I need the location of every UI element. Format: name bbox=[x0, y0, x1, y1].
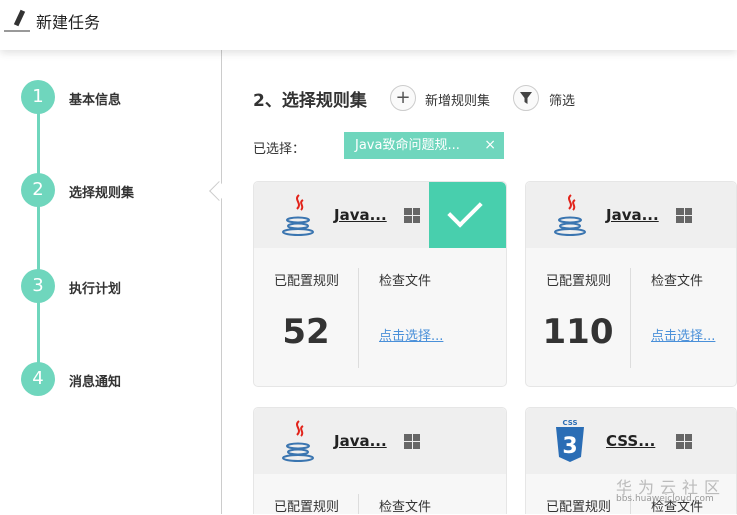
rules-label: 已配置规则 bbox=[274, 274, 340, 289]
selected-tag-text: Java致命问题规... bbox=[355, 138, 460, 153]
rules-label: 已配置规则 bbox=[546, 274, 612, 289]
rules-count: 52 bbox=[282, 312, 330, 352]
tag-close-icon[interactable]: × bbox=[484, 132, 496, 159]
select-files-link[interactable]: 点击选择... bbox=[379, 325, 443, 344]
java-icon bbox=[282, 194, 314, 236]
css3-icon: CSS 3 bbox=[556, 419, 584, 462]
step-2-circle[interactable]: 2 bbox=[21, 173, 55, 207]
add-ruleset-label[interactable]: 新增规则集 bbox=[425, 90, 490, 109]
filter-icon bbox=[520, 92, 532, 104]
step-1-circle[interactable]: 1 bbox=[21, 80, 55, 114]
step-1-label[interactable]: 基本信息 bbox=[69, 89, 121, 108]
select-files-link[interactable]: 点击选择... bbox=[651, 325, 715, 344]
ruleset-card[interactable]: Java... 已配置规则 检查文件 bbox=[253, 407, 507, 515]
checkmark-icon[interactable] bbox=[429, 182, 506, 248]
files-label: 检查文件 bbox=[651, 274, 704, 289]
windows-icon bbox=[404, 208, 420, 223]
section-title: 2、选择规则集 bbox=[253, 91, 367, 111]
header: 新建任务 bbox=[0, 0, 737, 50]
ruleset-name-link[interactable]: Java... bbox=[606, 206, 659, 224]
windows-icon bbox=[676, 208, 692, 223]
step-3-circle[interactable]: 3 bbox=[21, 269, 55, 303]
step-connector bbox=[37, 97, 40, 379]
ruleset-name-link[interactable]: Java... bbox=[334, 206, 387, 224]
java-icon bbox=[282, 420, 314, 462]
divider bbox=[358, 494, 359, 514]
rules-label: 已配置规则 bbox=[546, 500, 612, 515]
svg-text:CSS: CSS bbox=[562, 419, 577, 427]
ruleset-card[interactable]: Java... 已配置规则 检查文件 52 点击选择... bbox=[253, 181, 507, 387]
java-icon bbox=[554, 194, 586, 236]
ruleset-name-link[interactable]: CSS... bbox=[606, 432, 655, 450]
ruleset-card[interactable]: Java... 已配置规则 检查文件 110 点击选择... bbox=[525, 181, 737, 387]
pencil-icon bbox=[4, 10, 30, 32]
windows-icon bbox=[676, 434, 692, 449]
files-label: 检查文件 bbox=[379, 274, 432, 289]
ruleset-name-link[interactable]: Java... bbox=[334, 432, 387, 450]
selected-tag: Java致命问题规... × bbox=[344, 132, 504, 159]
step-2-label[interactable]: 选择规则集 bbox=[69, 182, 134, 201]
rules-count: 110 bbox=[542, 312, 614, 352]
filter-label[interactable]: 筛选 bbox=[549, 90, 575, 109]
step-4-circle[interactable]: 4 bbox=[21, 362, 55, 396]
divider bbox=[358, 268, 359, 368]
step-4-label[interactable]: 消息通知 bbox=[69, 371, 121, 390]
watermark-url: bbs.huaweicloud.com bbox=[616, 494, 714, 504]
rules-label: 已配置规则 bbox=[274, 500, 340, 515]
filter-button[interactable] bbox=[513, 85, 539, 111]
page-title: 新建任务 bbox=[36, 13, 101, 32]
svg-text:3: 3 bbox=[562, 434, 577, 459]
windows-icon bbox=[404, 434, 420, 449]
step-sidebar: 1 基本信息 2 选择规则集 3 执行计划 4 消息通知 bbox=[0, 50, 222, 514]
step-3-label[interactable]: 执行计划 bbox=[69, 278, 121, 297]
divider bbox=[630, 268, 631, 368]
files-label: 检查文件 bbox=[379, 500, 432, 515]
selected-label: 已选择： bbox=[253, 142, 306, 157]
add-ruleset-button[interactable]: + bbox=[390, 85, 416, 111]
